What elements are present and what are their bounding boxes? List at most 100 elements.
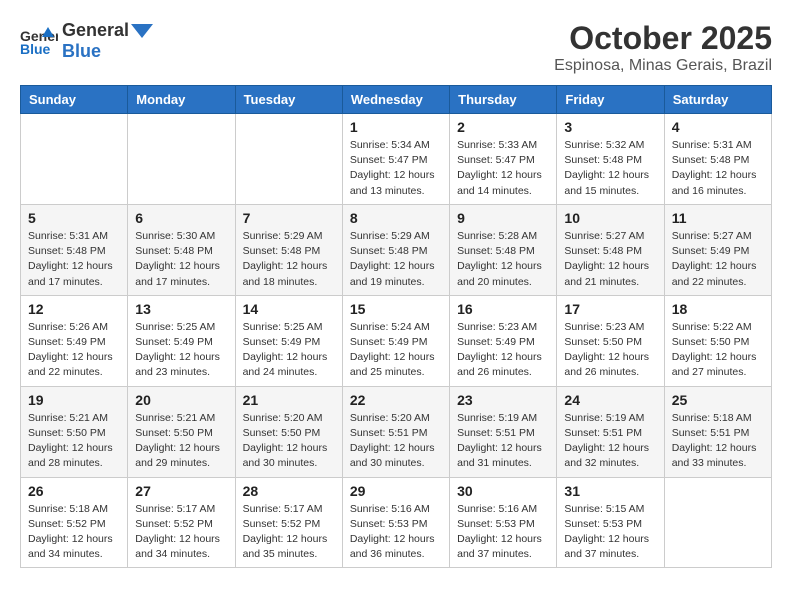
calendar-day-cell: 1 Sunrise: 5:34 AM Sunset: 5:47 PM Daylig…: [342, 114, 449, 205]
day-number: 29: [350, 483, 442, 499]
day-number: 11: [672, 210, 764, 226]
day-info: Sunrise: 5:20 AM Sunset: 5:50 PM Dayligh…: [243, 411, 335, 472]
month-year-title: October 2025: [554, 20, 772, 57]
day-number: 13: [135, 301, 227, 317]
day-info: Sunrise: 5:24 AM Sunset: 5:49 PM Dayligh…: [350, 320, 442, 381]
calendar-week-row: 26 Sunrise: 5:18 AM Sunset: 5:52 PM Dayli…: [21, 477, 772, 568]
day-info: Sunrise: 5:29 AM Sunset: 5:48 PM Dayligh…: [243, 229, 335, 290]
day-number: 21: [243, 392, 335, 408]
calendar-week-row: 5 Sunrise: 5:31 AM Sunset: 5:48 PM Daylig…: [21, 204, 772, 295]
calendar-day-cell: 8Sunrise: 5:29 AM Sunset: 5:48 PM Daylig…: [342, 204, 449, 295]
logo: General Blue General Blue: [20, 20, 153, 62]
day-info: Sunrise: 5:27 AM Sunset: 5:49 PM Dayligh…: [672, 229, 764, 290]
day-info: Sunrise: 5:31 AM Sunset: 5:48 PM Dayligh…: [672, 138, 764, 199]
day-number: 24: [564, 392, 656, 408]
logo-blue-text: Blue: [62, 41, 101, 61]
day-info: Sunrise: 5:30 AM Sunset: 5:48 PM Dayligh…: [135, 229, 227, 290]
calendar-day-cell: 20Sunrise: 5:21 AM Sunset: 5:50 PM Dayli…: [128, 386, 235, 477]
calendar-week-row: 1 Sunrise: 5:34 AM Sunset: 5:47 PM Daylig…: [21, 114, 772, 205]
empty-cell: [128, 114, 235, 205]
day-info: Sunrise: 5:16 AM Sunset: 5:53 PM Dayligh…: [457, 502, 549, 563]
day-number: 15: [350, 301, 442, 317]
page-header: General Blue General Blue October 2025 E…: [20, 20, 772, 75]
logo-arrow-icon: [131, 22, 153, 40]
day-number: 27: [135, 483, 227, 499]
calendar-day-cell: 27 Sunrise: 5:17 AM Sunset: 5:52 PM Dayli…: [128, 477, 235, 568]
day-info: Sunrise: 5:23 AM Sunset: 5:50 PM Dayligh…: [564, 320, 656, 381]
day-number: 26: [28, 483, 120, 499]
weekday-header-wednesday: Wednesday: [342, 86, 449, 114]
day-info: Sunrise: 5:17 AM Sunset: 5:52 PM Dayligh…: [243, 502, 335, 563]
day-number: 14: [243, 301, 335, 317]
location-subtitle: Espinosa, Minas Gerais, Brazil: [554, 57, 772, 75]
calendar-day-cell: 22 Sunrise: 5:20 AM Sunset: 5:51 PM Dayli…: [342, 386, 449, 477]
day-info: Sunrise: 5:20 AM Sunset: 5:51 PM Dayligh…: [350, 411, 442, 472]
calendar-day-cell: 19 Sunrise: 5:21 AM Sunset: 5:50 PM Dayli…: [21, 386, 128, 477]
weekday-header-thursday: Thursday: [450, 86, 557, 114]
day-number: 28: [243, 483, 335, 499]
day-number: 5: [28, 210, 120, 226]
day-info: Sunrise: 5:28 AM Sunset: 5:48 PM Dayligh…: [457, 229, 549, 290]
calendar-day-cell: 11 Sunrise: 5:27 AM Sunset: 5:49 PM Dayli…: [664, 204, 771, 295]
calendar-day-cell: 6Sunrise: 5:30 AM Sunset: 5:48 PM Daylig…: [128, 204, 235, 295]
day-number: 20: [135, 392, 227, 408]
day-number: 10: [564, 210, 656, 226]
calendar-day-cell: 29 Sunrise: 5:16 AM Sunset: 5:53 PM Dayli…: [342, 477, 449, 568]
day-info: Sunrise: 5:17 AM Sunset: 5:52 PM Dayligh…: [135, 502, 227, 563]
day-info: Sunrise: 5:18 AM Sunset: 5:51 PM Dayligh…: [672, 411, 764, 472]
day-info: Sunrise: 5:26 AM Sunset: 5:49 PM Dayligh…: [28, 320, 120, 381]
calendar-day-cell: 3 Sunrise: 5:32 AM Sunset: 5:48 PM Daylig…: [557, 114, 664, 205]
day-info: Sunrise: 5:25 AM Sunset: 5:49 PM Dayligh…: [135, 320, 227, 381]
day-info: Sunrise: 5:33 AM Sunset: 5:47 PM Dayligh…: [457, 138, 549, 199]
day-info: Sunrise: 5:19 AM Sunset: 5:51 PM Dayligh…: [457, 411, 549, 472]
day-number: 3: [564, 119, 656, 135]
logo-icon: General Blue: [20, 25, 58, 57]
day-info: Sunrise: 5:32 AM Sunset: 5:48 PM Dayligh…: [564, 138, 656, 199]
title-section: October 2025 Espinosa, Minas Gerais, Bra…: [554, 20, 772, 75]
calendar-day-cell: 14 Sunrise: 5:25 AM Sunset: 5:49 PM Dayli…: [235, 295, 342, 386]
weekday-header-monday: Monday: [128, 86, 235, 114]
day-number: 31: [564, 483, 656, 499]
calendar-day-cell: 10Sunrise: 5:27 AM Sunset: 5:48 PM Dayli…: [557, 204, 664, 295]
day-number: 30: [457, 483, 549, 499]
weekday-header-friday: Friday: [557, 86, 664, 114]
day-number: 2: [457, 119, 549, 135]
day-info: Sunrise: 5:25 AM Sunset: 5:49 PM Dayligh…: [243, 320, 335, 381]
day-info: Sunrise: 5:19 AM Sunset: 5:51 PM Dayligh…: [564, 411, 656, 472]
day-number: 19: [28, 392, 120, 408]
empty-cell: [664, 477, 771, 568]
empty-cell: [21, 114, 128, 205]
day-info: Sunrise: 5:23 AM Sunset: 5:49 PM Dayligh…: [457, 320, 549, 381]
calendar-day-cell: 21 Sunrise: 5:20 AM Sunset: 5:50 PM Dayli…: [235, 386, 342, 477]
calendar-table: SundayMondayTuesdayWednesdayThursdayFrid…: [20, 85, 772, 568]
empty-cell: [235, 114, 342, 205]
day-info: Sunrise: 5:21 AM Sunset: 5:50 PM Dayligh…: [28, 411, 120, 472]
day-number: 25: [672, 392, 764, 408]
calendar-day-cell: 25 Sunrise: 5:18 AM Sunset: 5:51 PM Dayli…: [664, 386, 771, 477]
calendar-day-cell: 30 Sunrise: 5:16 AM Sunset: 5:53 PM Dayli…: [450, 477, 557, 568]
day-number: 23: [457, 392, 549, 408]
calendar-week-row: 12 Sunrise: 5:26 AM Sunset: 5:49 PM Dayli…: [21, 295, 772, 386]
weekday-header-saturday: Saturday: [664, 86, 771, 114]
day-info: Sunrise: 5:34 AM Sunset: 5:47 PM Dayligh…: [350, 138, 442, 199]
calendar-day-cell: 2 Sunrise: 5:33 AM Sunset: 5:47 PM Daylig…: [450, 114, 557, 205]
weekday-header-row: SundayMondayTuesdayWednesdayThursdayFrid…: [21, 86, 772, 114]
calendar-day-cell: 7Sunrise: 5:29 AM Sunset: 5:48 PM Daylig…: [235, 204, 342, 295]
day-number: 4: [672, 119, 764, 135]
day-number: 1: [350, 119, 442, 135]
day-info: Sunrise: 5:16 AM Sunset: 5:53 PM Dayligh…: [350, 502, 442, 563]
day-number: 9: [457, 210, 549, 226]
day-number: 12: [28, 301, 120, 317]
day-number: 8: [350, 210, 442, 226]
day-number: 18: [672, 301, 764, 317]
day-number: 16: [457, 301, 549, 317]
calendar-day-cell: 17 Sunrise: 5:23 AM Sunset: 5:50 PM Dayli…: [557, 295, 664, 386]
day-number: 22: [350, 392, 442, 408]
calendar-day-cell: 4 Sunrise: 5:31 AM Sunset: 5:48 PM Daylig…: [664, 114, 771, 205]
calendar-day-cell: 23 Sunrise: 5:19 AM Sunset: 5:51 PM Dayli…: [450, 386, 557, 477]
day-info: Sunrise: 5:31 AM Sunset: 5:48 PM Dayligh…: [28, 229, 120, 290]
calendar-day-cell: 16 Sunrise: 5:23 AM Sunset: 5:49 PM Dayli…: [450, 295, 557, 386]
day-number: 17: [564, 301, 656, 317]
weekday-header-sunday: Sunday: [21, 86, 128, 114]
day-info: Sunrise: 5:18 AM Sunset: 5:52 PM Dayligh…: [28, 502, 120, 563]
